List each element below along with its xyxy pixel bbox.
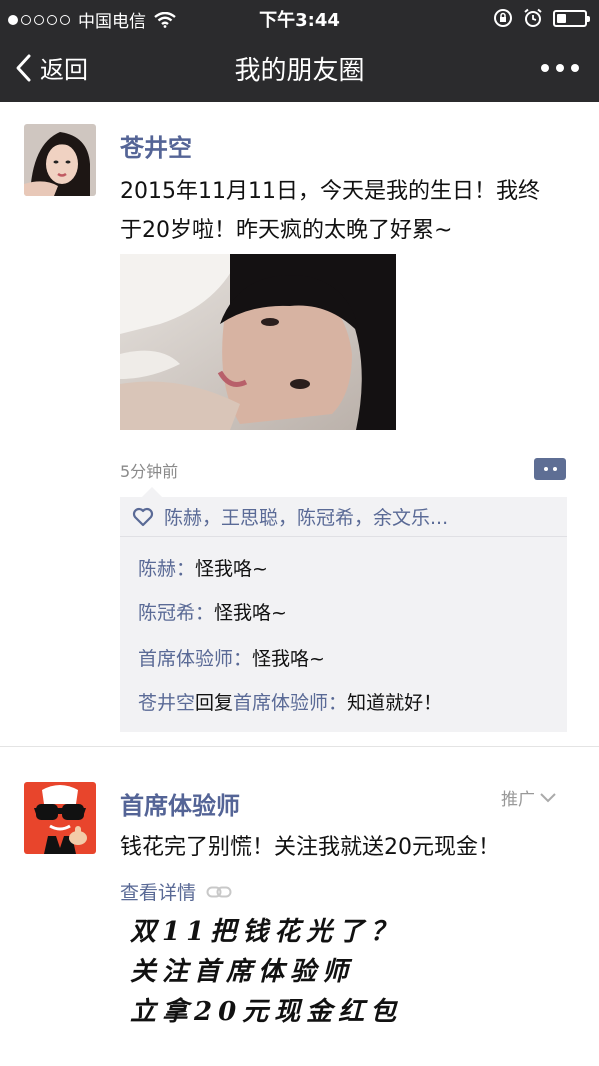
ad-image-line: 立拿20元现金红包 xyxy=(130,997,403,1027)
comment-item[interactable]: 首席体验师：怪我咯~ xyxy=(138,644,325,671)
post-text: 2015年11月11日，今天是我的生日！我终 于20岁啦！昨天疯的太晚了好累~ xyxy=(120,172,580,250)
status-bar: 中国电信 下午3:44 xyxy=(0,0,599,34)
ad-image-line: 关注首席体验师 xyxy=(130,957,355,987)
ad-avatar[interactable] xyxy=(24,782,96,854)
comment-author[interactable]: 首席体验师 xyxy=(138,648,233,670)
post-photo-image xyxy=(120,254,396,430)
post-photo[interactable] xyxy=(120,254,396,430)
nav-bar: 返回 我的朋友圈 xyxy=(0,34,599,102)
comment-text: 怪我咯~ xyxy=(195,558,268,580)
status-right xyxy=(493,8,590,28)
view-details-label: 查看详情 xyxy=(120,882,197,904)
alarm-icon xyxy=(524,8,542,27)
ad-author[interactable]: 首席体验师 xyxy=(120,786,240,821)
comment-author[interactable]: 陈冠希 xyxy=(138,602,195,624)
comment-item[interactable]: 陈冠希：怪我咯~ xyxy=(138,598,287,625)
ad-text: 钱花完了别慌！关注我就送20元现金！ xyxy=(120,835,500,860)
battery-level xyxy=(557,13,567,23)
promoted-label: 推广 xyxy=(501,790,535,810)
post-text-line: 2015年11月11日，今天是我的生日！我终 xyxy=(120,179,540,204)
more-dots-icon[interactable] xyxy=(541,64,579,72)
view-details-link[interactable]: 查看详情 xyxy=(120,878,232,905)
comment-text: 知道就好！ xyxy=(347,692,443,714)
comment-separator: ： xyxy=(328,692,348,714)
comment-text: 怪我咯~ xyxy=(214,602,287,624)
page-title: 我的朋友圈 xyxy=(234,56,365,86)
battery-icon xyxy=(553,9,590,27)
comment-separator: ： xyxy=(195,602,215,624)
chevron-down-icon xyxy=(540,792,556,802)
post-text-line: 于20岁啦！昨天疯的太晚了好累~ xyxy=(120,218,453,243)
comment-separator: ： xyxy=(233,648,253,670)
reply-target[interactable]: 首席体验师 xyxy=(233,692,328,714)
ad-image[interactable]: 双11把钱花光了？ 关注首席体验师 立拿20元现金红包 xyxy=(130,912,430,1032)
comment-item[interactable]: 陈赫：怪我咯~ xyxy=(138,554,268,581)
likes-comments-panel: 陈赫，王思聪，陈冠希，余文乐... 陈赫：怪我咯~ 陈冠希：怪我咯~ 首席体验师… xyxy=(120,487,567,732)
comment-separator: ： xyxy=(176,558,196,580)
likes-list[interactable]: 陈赫，王思聪，陈冠希，余文乐... xyxy=(164,503,448,530)
comment-text: 怪我咯~ xyxy=(252,648,325,670)
ad-image-line: 双11把钱花光了？ xyxy=(130,917,403,947)
heart-icon xyxy=(132,507,154,526)
promoted-tag[interactable]: 推广 xyxy=(501,785,557,810)
comment-author[interactable]: 苍井空 xyxy=(138,692,195,714)
post-author[interactable]: 苍井空 xyxy=(120,128,192,163)
avatar[interactable] xyxy=(24,124,96,196)
reply-word: 回复 xyxy=(195,692,234,714)
post-divider xyxy=(0,746,599,747)
link-icon xyxy=(206,886,232,897)
likes-row: 陈赫，王思聪，陈冠希，余文乐... xyxy=(120,497,567,537)
ad-avatar-image xyxy=(24,782,96,854)
avatar-photo xyxy=(24,124,96,196)
comment-author[interactable]: 陈赫 xyxy=(138,558,176,580)
comment-item[interactable]: 苍井空回复首席体验师：知道就好！ xyxy=(138,688,442,715)
comment-action-button[interactable] xyxy=(534,458,566,480)
rotation-lock-icon xyxy=(494,9,512,27)
post-timestamp: 5分钟前 xyxy=(120,462,179,481)
